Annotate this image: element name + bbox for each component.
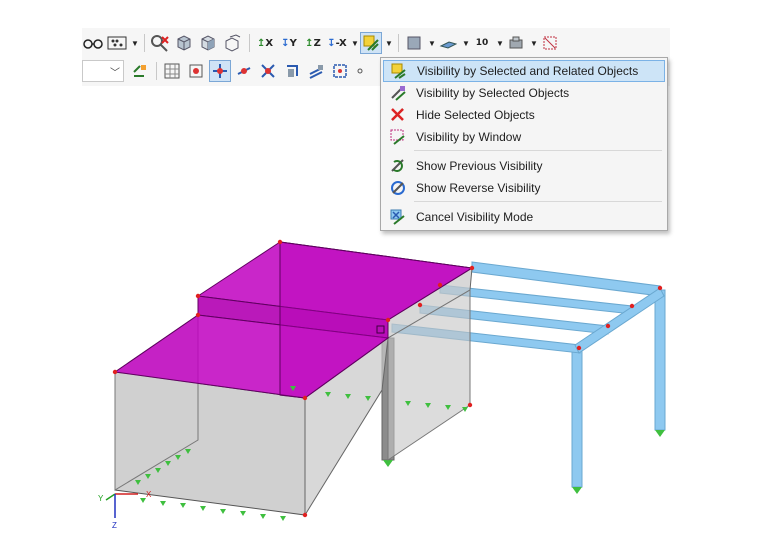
menu-separator: [414, 150, 662, 151]
menu-separator: [414, 201, 662, 202]
visibility-selected-icon: [388, 84, 408, 102]
axis-label-z: Z: [112, 521, 117, 530]
reverse-visibility-icon: [388, 179, 408, 197]
column[interactable]: [654, 289, 666, 431]
menu-item-reverse-visibility[interactable]: Show Reverse Visibility: [383, 177, 665, 199]
menu-item-previous-visibility[interactable]: Show Previous Visibility: [383, 155, 665, 177]
menu-item-visibility-selected[interactable]: Visibility by Selected Objects: [383, 82, 665, 104]
hide-selected-icon: [388, 106, 408, 124]
menu-item-visibility-related[interactable]: Visibility by Selected and Related Objec…: [383, 60, 665, 82]
axis-label-y: Y: [98, 494, 104, 503]
previous-visibility-icon: [388, 157, 408, 175]
cancel-visibility-icon: [388, 208, 408, 226]
menu-item-cancel-visibility[interactable]: Cancel Visibility Mode: [383, 206, 665, 228]
visibility-window-icon: [388, 128, 408, 146]
column[interactable]: [571, 344, 583, 488]
menu-item-hide-selected[interactable]: Hide Selected Objects: [383, 104, 665, 126]
axis-triad: X Y Z: [98, 490, 152, 530]
axis-label-x: X: [146, 490, 152, 499]
visibility-related-icon: [389, 62, 409, 80]
beam[interactable]: [471, 261, 661, 297]
beam[interactable]: [574, 287, 665, 354]
visibility-dropdown-menu: Visibility by Selected and Related Objec…: [380, 57, 668, 231]
menu-item-visibility-window[interactable]: Visibility by Window: [383, 126, 665, 148]
